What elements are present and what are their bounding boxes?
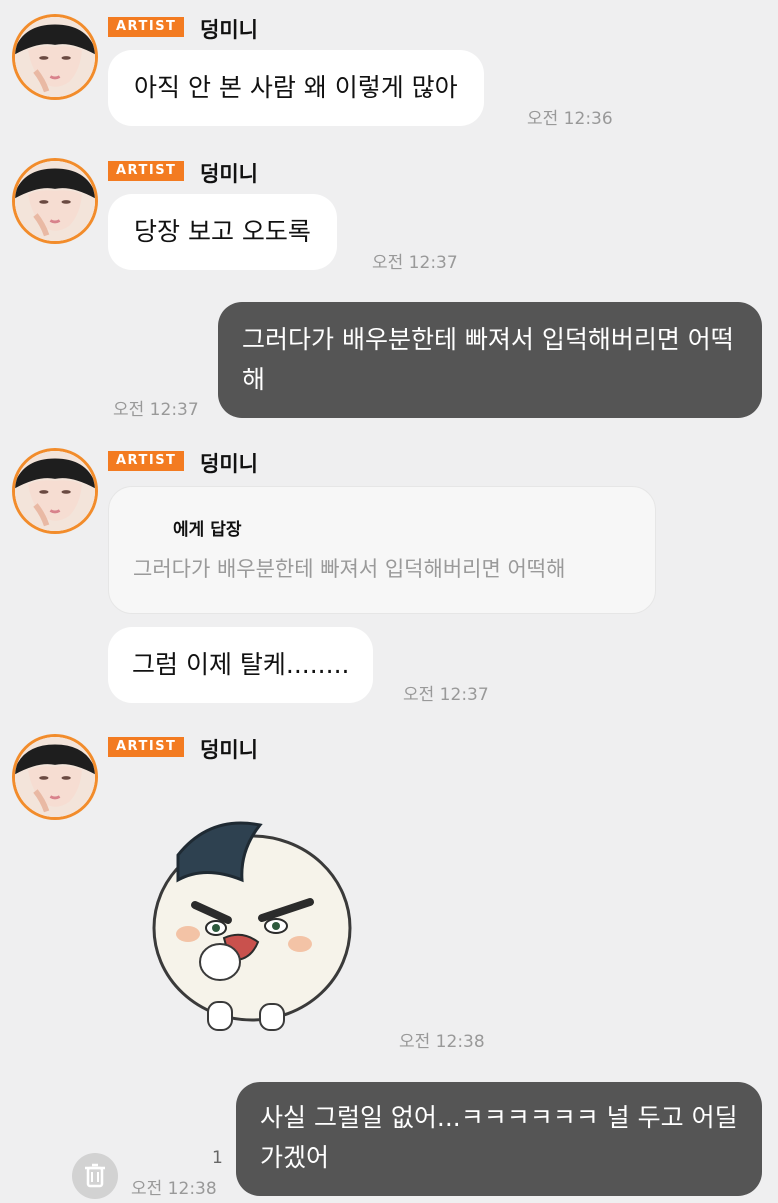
trash-icon [85,1163,105,1188]
message-time: 오전 12:37 [372,253,458,273]
trash-icon-button[interactable] [72,1153,118,1199]
my-message-bubble[interactable]: 사실 그럴일 없어...ㅋㅋㅋㅋㅋㅋ 널 두고 어딜가겠어 [236,1082,762,1196]
artist-avatar[interactable] [12,448,98,534]
avatar-image [15,451,95,531]
message-time: 오전 12:37 [403,685,489,705]
artist-badge: ARTIST [108,161,185,181]
avatar-image [15,737,95,817]
my-message-bubble[interactable]: 그러다가 배우분한테 빠져서 입덕해버리면 어떡해 [218,302,762,418]
artist-badge: ARTIST [108,17,185,37]
avatar-image [15,161,95,241]
artist-avatar[interactable] [12,14,98,100]
artist-avatar[interactable] [12,158,98,244]
unread-count: 1 [212,1148,223,1168]
avatar-image [15,17,95,97]
sender-name: 덩미니 [200,452,258,476]
message-time: 오전 12:37 [113,400,199,420]
artist-badge: ARTIST [108,737,185,757]
rice-ball-character-eating-sticker[interactable] [150,810,355,1035]
message-bubble[interactable]: 당장 보고 오도록 [108,194,337,270]
sender-name: 덩미니 [200,18,258,42]
message-bubble[interactable]: 그럼 이제 탈케........ [108,627,374,703]
sender-name: 덩미니 [200,738,258,762]
message-time: 오전 12:38 [131,1179,217,1199]
message-bubble[interactable]: 아직 안 본 사람 왜 이렇게 많아 [108,50,484,126]
artist-badge: ARTIST [108,451,185,471]
message-time: 오전 12:38 [399,1032,485,1052]
message-time: 오전 12:36 [527,109,613,129]
artist-avatar[interactable] [12,734,98,820]
reply-quoted-text: 그러다가 배우분한테 빠져서 입덕해버리면 어떡해 [133,557,566,581]
reply-title: 에게 답장 [173,520,242,540]
reply-quote-card[interactable]: 에게 답장 그러다가 배우분한테 빠져서 입덕해버리면 어떡해 [108,486,656,614]
sender-name: 덩미니 [200,162,258,186]
